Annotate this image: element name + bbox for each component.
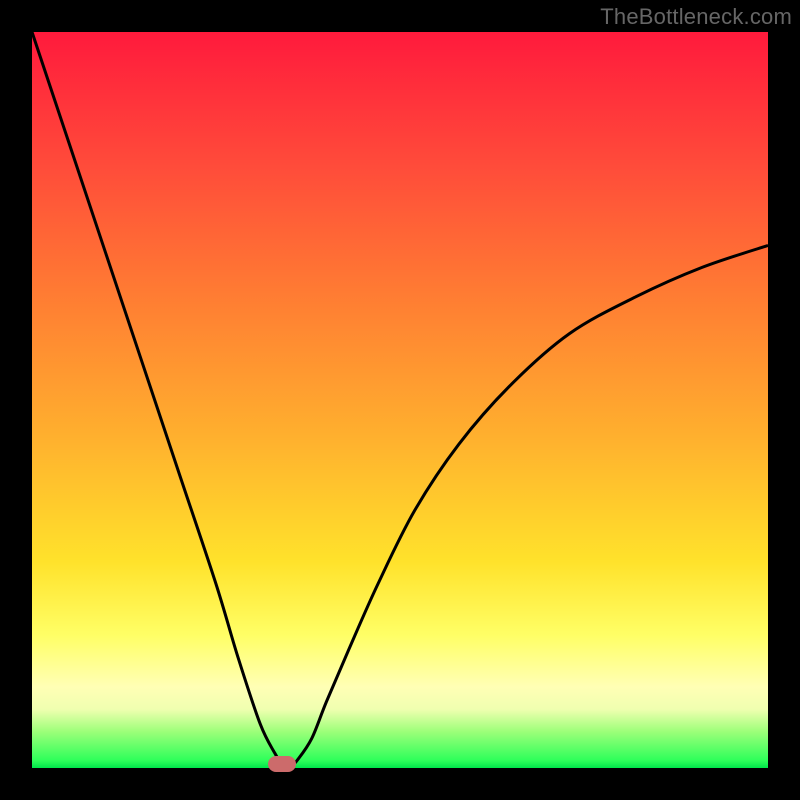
curve-path	[32, 32, 768, 768]
attribution-text: TheBottleneck.com	[600, 4, 792, 30]
min-marker	[268, 756, 296, 772]
bottleneck-curve	[32, 32, 768, 768]
plot-area	[32, 32, 768, 768]
chart-frame: TheBottleneck.com	[0, 0, 800, 800]
